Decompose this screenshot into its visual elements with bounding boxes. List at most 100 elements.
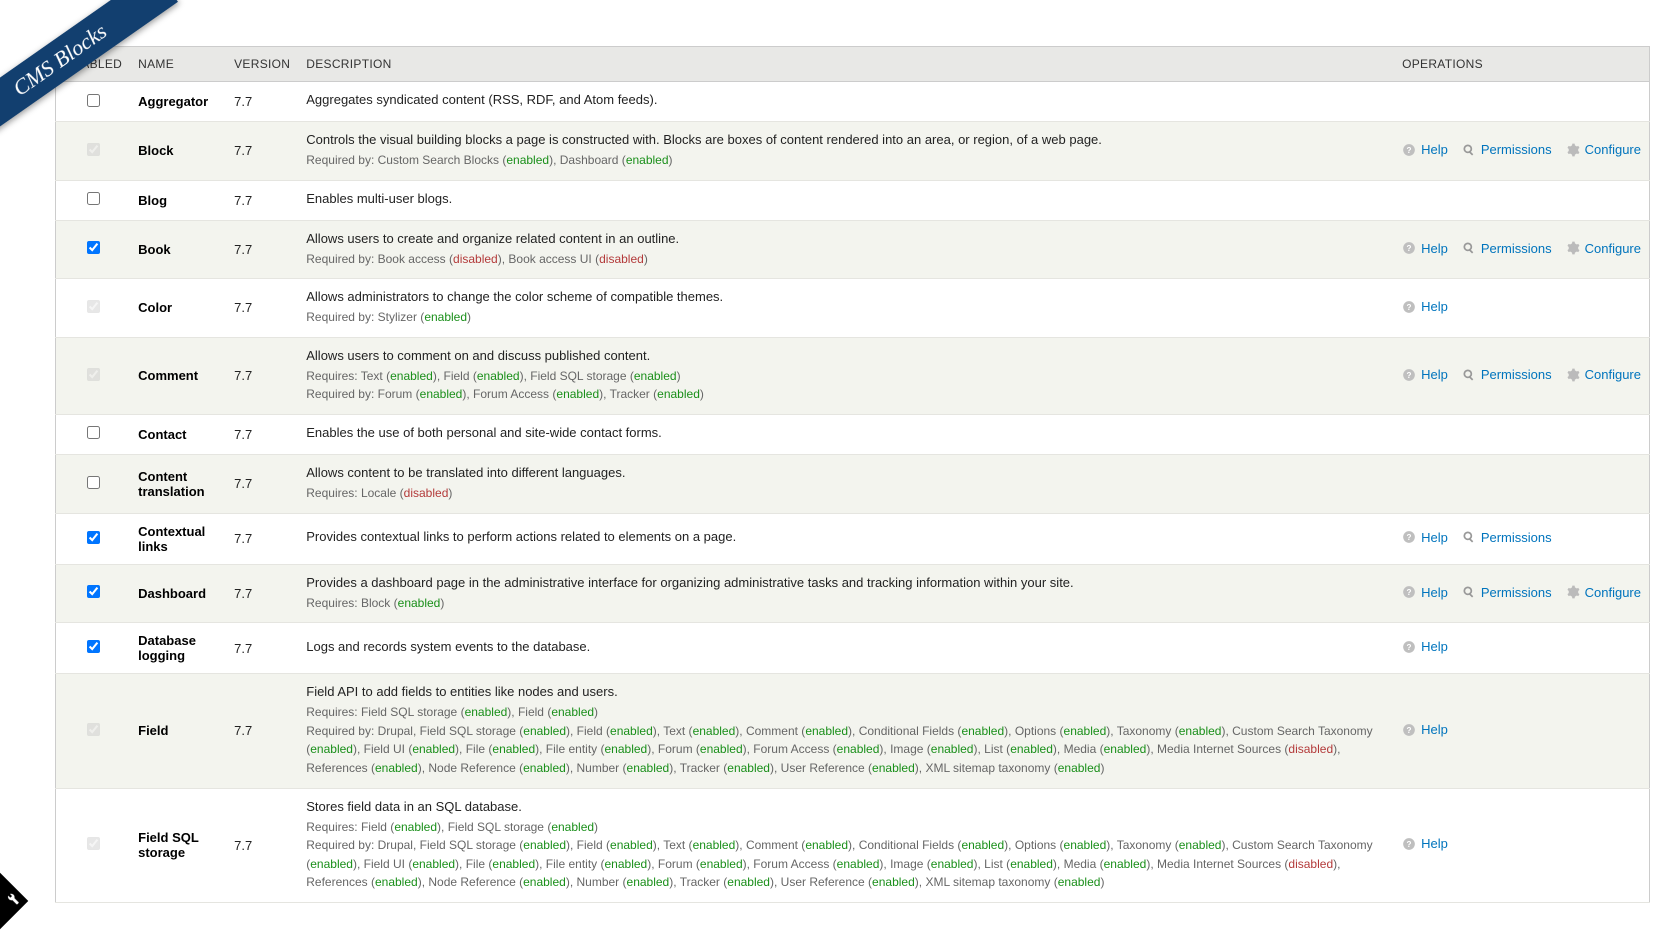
dependency-line: Required by: Stylizer (enabled) xyxy=(306,308,1386,327)
help-icon xyxy=(1402,585,1416,599)
module-version: 7.7 xyxy=(226,674,298,788)
status-enabled: enabled xyxy=(872,875,915,889)
help-link[interactable]: Help xyxy=(1402,241,1448,256)
col-name-header: NAME xyxy=(130,47,226,82)
status-enabled: enabled xyxy=(837,857,880,871)
status-enabled: enabled xyxy=(506,153,549,167)
status-enabled: enabled xyxy=(727,761,770,775)
help-label: Help xyxy=(1421,836,1448,851)
status-enabled: enabled xyxy=(961,724,1004,738)
help-link[interactable]: Help xyxy=(1402,722,1448,737)
configure-link[interactable]: Configure xyxy=(1566,142,1641,157)
status-enabled: enabled xyxy=(310,742,353,756)
status-enabled: enabled xyxy=(1104,742,1147,756)
status-enabled: enabled xyxy=(1179,724,1222,738)
status-enabled: enabled xyxy=(837,742,880,756)
dependency-line: Requires: Field SQL storage (enabled), F… xyxy=(306,703,1386,722)
module-version: 7.7 xyxy=(226,279,298,338)
status-enabled: enabled xyxy=(1058,761,1101,775)
status-disabled: disabled xyxy=(1288,857,1333,871)
module-description: Provides a dashboard page in the adminis… xyxy=(306,575,1386,590)
status-enabled: enabled xyxy=(477,369,520,383)
dependency-line: Required by: Forum (enabled), Forum Acce… xyxy=(306,385,1386,404)
configure-label: Configure xyxy=(1585,585,1641,600)
enable-checkbox[interactable] xyxy=(87,241,100,254)
operations-cell xyxy=(1394,180,1649,220)
module-description-cell: Provides contextual links to perform act… xyxy=(298,513,1394,564)
enable-checkbox[interactable] xyxy=(87,192,100,205)
help-link[interactable]: Help xyxy=(1402,836,1448,851)
module-name: Content translation xyxy=(130,454,226,513)
module-version: 7.7 xyxy=(226,337,298,414)
status-disabled: disabled xyxy=(599,252,644,266)
module-description: Allows administrators to change the colo… xyxy=(306,289,1386,304)
module-version: 7.7 xyxy=(226,513,298,564)
enable-checkbox[interactable] xyxy=(87,426,100,439)
status-enabled: enabled xyxy=(412,857,455,871)
module-description-cell: Aggregates syndicated content (RSS, RDF,… xyxy=(298,82,1394,122)
module-name: Contextual links xyxy=(130,513,226,564)
status-enabled: enabled xyxy=(394,820,437,834)
module-description: Stores field data in an SQL database. xyxy=(306,799,1386,814)
help-link[interactable]: Help xyxy=(1402,639,1448,654)
module-name: Comment xyxy=(130,337,226,414)
permissions-link[interactable]: Permissions xyxy=(1462,367,1552,382)
help-label: Help xyxy=(1421,639,1448,654)
configure-link[interactable]: Configure xyxy=(1566,367,1641,382)
module-description-cell: Enables the use of both personal and sit… xyxy=(298,414,1394,454)
status-enabled: enabled xyxy=(626,153,669,167)
permissions-icon xyxy=(1462,530,1476,544)
module-description-cell: Controls the visual building blocks a pa… xyxy=(298,122,1394,181)
operations-cell: Help Permissions Configure xyxy=(1394,564,1649,623)
table-row: Block7.7Controls the visual building blo… xyxy=(56,122,1650,181)
help-label: Help xyxy=(1421,299,1448,314)
enable-checkbox[interactable] xyxy=(87,640,100,653)
table-row: Aggregator7.7Aggregates syndicated conte… xyxy=(56,82,1650,122)
module-version: 7.7 xyxy=(226,414,298,454)
help-link[interactable]: Help xyxy=(1402,142,1448,157)
help-link[interactable]: Help xyxy=(1402,367,1448,382)
status-enabled: enabled xyxy=(610,724,653,738)
table-row: Contextual links7.7Provides contextual l… xyxy=(56,513,1650,564)
enable-checkbox[interactable] xyxy=(87,476,100,489)
dependency-line: Requires: Locale (disabled) xyxy=(306,484,1386,503)
modules-table: ENABLED NAME VERSION DESCRIPTION OPERATI… xyxy=(55,46,1650,903)
module-description-cell: Stores field data in an SQL database. Req… xyxy=(298,788,1394,902)
configure-link[interactable]: Configure xyxy=(1566,241,1641,256)
module-version: 7.7 xyxy=(226,623,298,674)
dependency-line: Requires: Field (enabled), Field SQL sto… xyxy=(306,818,1386,837)
enable-checkbox xyxy=(87,723,100,736)
configure-icon xyxy=(1566,368,1580,382)
permissions-link[interactable]: Permissions xyxy=(1462,241,1552,256)
permissions-link[interactable]: Permissions xyxy=(1462,142,1552,157)
module-description-cell: Logs and records system events to the da… xyxy=(298,623,1394,674)
help-link[interactable]: Help xyxy=(1402,585,1448,600)
permissions-link[interactable]: Permissions xyxy=(1462,585,1552,600)
module-name: Contact xyxy=(130,414,226,454)
enable-checkbox[interactable] xyxy=(87,531,100,544)
status-enabled: enabled xyxy=(872,761,915,775)
permissions-link[interactable]: Permissions xyxy=(1462,530,1552,545)
configure-label: Configure xyxy=(1585,142,1641,157)
module-description-cell: Allows users to comment on and discuss p… xyxy=(298,337,1394,414)
table-row: Field SQL storage7.7Stores field data in… xyxy=(56,788,1650,902)
enable-checkbox xyxy=(87,368,100,381)
operations-cell xyxy=(1394,414,1649,454)
enable-checkbox[interactable] xyxy=(87,585,100,598)
status-enabled: enabled xyxy=(412,742,455,756)
status-enabled: enabled xyxy=(727,875,770,889)
enable-checkbox[interactable] xyxy=(87,94,100,107)
status-enabled: enabled xyxy=(605,857,648,871)
configure-link[interactable]: Configure xyxy=(1566,585,1641,600)
status-enabled: enabled xyxy=(1064,724,1107,738)
help-link[interactable]: Help xyxy=(1402,530,1448,545)
operations-cell: Help xyxy=(1394,788,1649,902)
table-row: Blog7.7Enables multi-user blogs. xyxy=(56,180,1650,220)
status-enabled: enabled xyxy=(657,387,700,401)
table-row: Contact7.7Enables the use of both person… xyxy=(56,414,1650,454)
module-description-cell: Field API to add fields to entities like… xyxy=(298,674,1394,788)
help-link[interactable]: Help xyxy=(1402,299,1448,314)
table-row: Comment7.7Allows users to comment on and… xyxy=(56,337,1650,414)
status-enabled: enabled xyxy=(1058,875,1101,889)
module-name: Color xyxy=(130,279,226,338)
